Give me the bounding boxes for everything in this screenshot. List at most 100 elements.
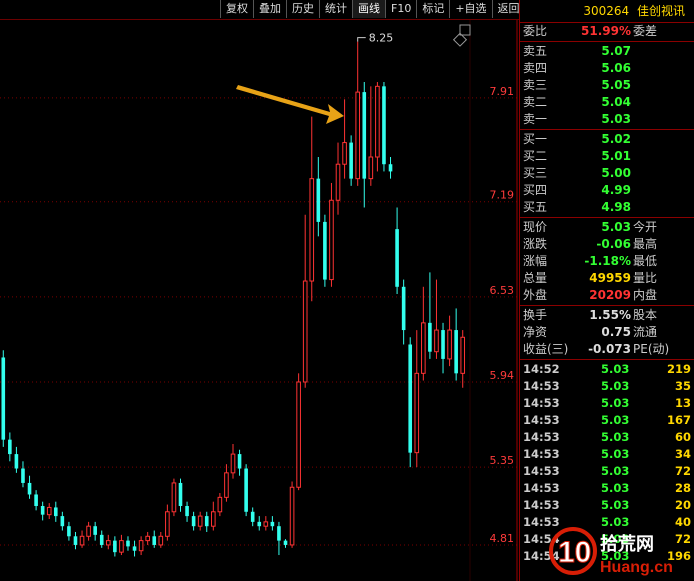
candle-body-down — [99, 534, 104, 545]
quote-value: 5.04 — [601, 95, 631, 109]
toolbar-button[interactable]: 统计 — [319, 0, 352, 18]
quote-value: 5.00 — [601, 166, 631, 180]
candle-body-down — [270, 521, 275, 527]
candle-body-down — [60, 516, 65, 527]
stock-header: 300264 佳创视讯 — [520, 0, 694, 23]
candle-body-up — [355, 91, 361, 180]
quote-label: 卖二 — [523, 95, 548, 109]
tick-row: 14:53 5.03 72 — [520, 463, 694, 480]
stock-code[interactable]: 300264 — [583, 4, 629, 18]
tick-price: 5.03 — [601, 362, 630, 376]
quote-row: 外盘 20209 内盘 — [520, 287, 694, 304]
quote-label: 收益(三) — [523, 342, 569, 356]
stock-chart-window: 复权 叠加 历史 统计 画线 F10 标记 +自选 返回 7.91 7.19 6.53 5.94 5.3… — [0, 0, 694, 581]
quote-label: 卖四 — [523, 61, 548, 75]
tick-row: 14:52 5.03 219 — [520, 361, 694, 378]
quote-label-secondary: 量比 — [633, 271, 658, 285]
quote-row: 买四 4.99 — [520, 182, 694, 199]
toolbar-button[interactable]: 复权 — [220, 0, 253, 18]
candle-body-down — [250, 511, 255, 522]
toolbar-button[interactable]: 历史 — [286, 0, 319, 18]
candle-body-down — [401, 286, 406, 331]
candle-body-down — [73, 536, 78, 545]
tick-price: 5.03 — [601, 396, 630, 410]
candle-body-down — [178, 482, 183, 507]
candle-body-up — [158, 535, 164, 546]
candle-body-down — [244, 468, 248, 512]
quote-label: 净资 — [523, 325, 548, 339]
price-axis-label: 5.35 — [490, 454, 515, 467]
watermark-text-cn: 拾荒网 — [600, 533, 654, 555]
quote-value: -1.18% — [584, 254, 631, 268]
quote-label: 买四 — [523, 183, 548, 197]
price-axis-label: 6.53 — [490, 284, 515, 297]
quote-row: 涨跌 -0.06 最高 — [520, 236, 694, 253]
quote-value: 1.55% — [589, 308, 631, 322]
tick-row: 14:53 5.03 35 — [520, 378, 694, 395]
tick-price: 5.03 — [601, 430, 630, 444]
candle-body-up — [460, 336, 466, 374]
candle-body-down — [388, 164, 393, 172]
tick-time: 14:53 — [523, 498, 560, 512]
candle-body-down — [277, 526, 281, 541]
quote-value: 4.98 — [601, 200, 631, 214]
order-ratio-label: 委比 — [523, 24, 548, 38]
candle-body-down — [34, 494, 38, 507]
toolbar-button[interactable]: +自选 — [449, 0, 491, 18]
kline-chart[interactable]: 7.91 7.19 6.53 5.94 5.35 4.81 8.25 — [0, 20, 518, 581]
candle-body-up — [165, 511, 170, 537]
candle-body-down — [191, 516, 196, 527]
tick-volume: 60 — [674, 430, 691, 444]
quote-value: 4.99 — [601, 183, 631, 197]
candle-body-down — [454, 330, 458, 374]
quote-value: -0.073 — [588, 342, 631, 356]
candle-body-up — [138, 540, 144, 552]
candle-body-down — [283, 540, 288, 545]
quote-row: 买一 5.02 — [520, 131, 694, 148]
quote-row: 卖一 5.03 — [520, 111, 694, 128]
annotation-arrow — [236, 85, 344, 124]
candle-body-down — [316, 178, 321, 222]
quote-label: 买一 — [523, 132, 548, 146]
candle-body-up — [421, 322, 426, 374]
candle-body-up — [342, 142, 347, 165]
toolbar-button[interactable]: 叠加 — [253, 0, 286, 18]
divider — [520, 305, 694, 306]
quote-row: 总量 49959 量比 — [520, 270, 694, 287]
toolbar-button[interactable]: 标记 — [416, 0, 449, 18]
quote-label: 买五 — [523, 200, 548, 214]
quote-row: 净资 0.75 流通 — [520, 324, 694, 341]
candle-body-up — [197, 515, 203, 527]
quote-label: 外盘 — [523, 288, 548, 302]
toolbar-button[interactable]: F10 — [385, 0, 416, 18]
candle-body-up — [224, 472, 229, 498]
quote-label: 涨跌 — [523, 237, 548, 251]
candle-body-down — [8, 439, 12, 455]
quote-label: 卖三 — [523, 78, 548, 92]
tick-volume: 13 — [674, 396, 691, 410]
candle-body-down — [204, 516, 209, 527]
tick-row: 14:53 5.03 20 — [520, 497, 694, 514]
quote-value: 5.06 — [601, 61, 631, 75]
price-stats: 现价 5.03 今开 涨跌 -0.06 最高 涨幅 -1.18% 最低 总量 49959 量比 外盘 20… — [520, 219, 694, 304]
candle-body-down — [14, 454, 19, 469]
tick-row: 14:53 5.03 60 — [520, 429, 694, 446]
high-marker — [357, 37, 366, 42]
window-icon — [459, 24, 471, 36]
candle-body-down — [53, 507, 58, 517]
candle-body-down — [185, 506, 189, 517]
quote-label-secondary: 内盘 — [633, 288, 658, 302]
candle-body-up — [447, 329, 452, 360]
tick-time: 14:53 — [523, 413, 560, 427]
candle-body-down — [382, 86, 386, 165]
divider — [520, 217, 694, 218]
candle-body-up — [211, 511, 216, 527]
tick-time: 14:53 — [523, 447, 560, 461]
kline-chart-svg: 7.91 7.19 6.53 5.94 5.35 4.81 8.25 — [0, 20, 518, 581]
toolbar-button[interactable]: 画线 — [352, 0, 385, 18]
candle-body-down — [113, 540, 117, 553]
tick-price: 5.03 — [601, 481, 630, 495]
candle-body-down — [40, 506, 45, 515]
stock-name[interactable]: 佳创视讯 — [637, 4, 685, 18]
quote-panel: 300264 佳创视讯 委比 51.99% 委差 卖五 5.07 卖四 5.06 卖三 5… — [519, 0, 694, 581]
